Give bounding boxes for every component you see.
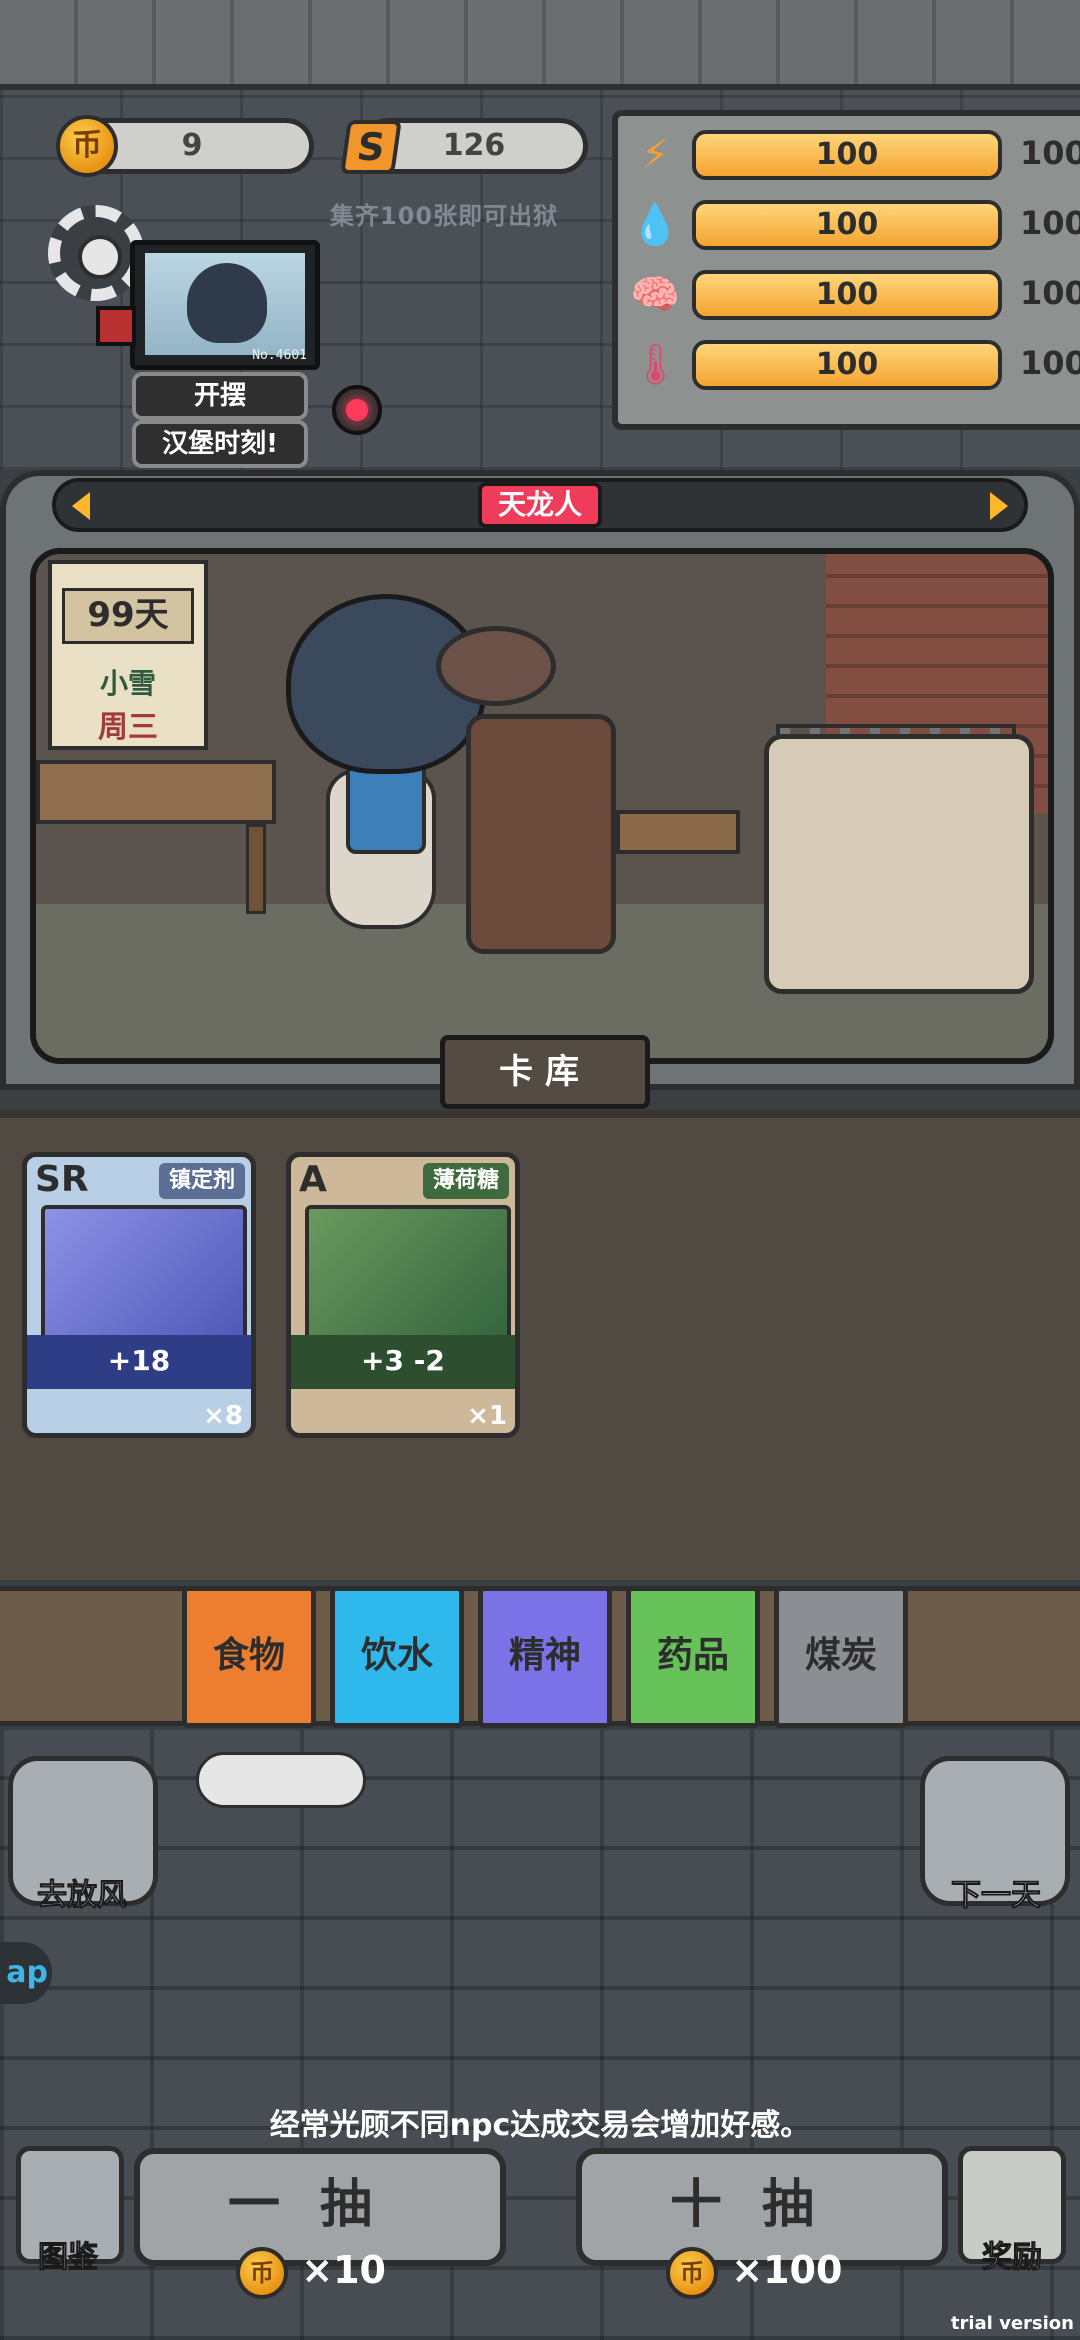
stat-mind-bar: 100 [692,270,1002,320]
lightning-icon: ⚡ [640,132,670,178]
brain-icon: 🧠 [630,272,680,318]
tab-water[interactable]: 饮水 [330,1586,464,1728]
alarm-light-icon [332,385,382,435]
card-mint-candy[interactable]: A 薄荷糖 +3 -2 ×1 [286,1152,520,1438]
stat-water: 💧 100 100 [630,196,1080,254]
stat-water-bar: 100 [692,200,1002,250]
prison-bed [764,734,1034,994]
card-rank: SR [35,1159,89,1200]
go-out-label: 去放风 [37,1878,128,1914]
stat-water-max: 100 [1020,204,1080,242]
prisoner-portrait [187,263,267,343]
stat-temperature-bar: 100 [692,340,1002,390]
weather-label: 小雪 [99,667,156,700]
stat-energy-bar: 100 [692,130,1002,180]
prisoner-number: No.4601 [252,348,307,363]
red-camera-icon [96,306,136,346]
next-character-arrow-icon[interactable] [990,492,1008,520]
card-library-tab[interactable]: 卡库 [440,1035,650,1109]
draw-one-cost: ×10 [301,2248,386,2292]
draw-one-price: 币 ×10 [236,2240,386,2300]
stat-temperature-max: 100 [1020,344,1080,382]
stat-mind: 🧠 100 100 [630,266,1080,324]
tab-coal[interactable]: 煤炭 [774,1586,908,1728]
coal-stove [466,714,616,954]
tab-mind[interactable]: 精神 [478,1586,612,1728]
stamp-icon: S [340,120,402,174]
weekday-label: 周三 [98,710,158,745]
stat-water-value: 100 [815,207,879,242]
stats-panel: ⚡ 100 100 💧 100 100 🧠 100 100 🌡 100 100 [612,110,1080,430]
stat-energy-max: 100 [1020,134,1080,172]
previous-character-arrow-icon[interactable] [72,492,90,520]
draw-ten-price: 币 ×100 [666,2240,842,2300]
card-effect: +3 -2 [291,1335,515,1389]
tip-text: 经常光顾不同npc达成交易会增加好感。 [269,2108,811,2143]
draw-ten-cost: ×100 [731,2248,843,2292]
prisoner-monitor: No.4601 [130,240,320,370]
day-count: 99天 [62,588,194,644]
npc-thought-bubble [196,1752,366,1808]
stat-temperature: 🌡 100 100 [630,336,1080,394]
burger-time-button[interactable]: 汉堡时刻! [132,420,308,468]
wooden-ceiling [0,0,1080,90]
card-name: 薄荷糖 [422,1163,509,1199]
card-count: ×1 [467,1401,507,1431]
reward-label: 奖励 [982,2240,1043,2276]
tab-food[interactable]: 食物 [182,1586,316,1728]
cell-room-scene: 99天 小雪 周三 [30,548,1054,1064]
trial-version-watermark: trial version [950,2313,1074,2334]
coin-icon: 币 [236,2246,288,2299]
card-effect: +18 [27,1335,251,1389]
stove-lid [436,626,556,706]
stat-energy-value: 100 [815,137,879,172]
wooden-table [36,760,276,824]
character-name: 天龙人 [478,482,602,528]
wooden-stool [616,810,740,854]
next-day-label: 下一天 [951,1878,1042,1914]
calendar-sign: 99天 小雪 周三 [48,560,208,750]
card-rank: A [299,1159,327,1200]
stat-energy: ⚡ 100 100 [630,126,1080,184]
thermometer-icon: 🌡 [630,342,681,388]
coin-icon: 币 [666,2246,718,2299]
collect-hint: 集齐100张即可出狱 [330,202,559,230]
card-name: 镇定剂 [158,1163,245,1199]
card-count: ×8 [203,1401,243,1431]
stat-mind-max: 100 [1020,274,1080,312]
card-sedative[interactable]: SR 镇定剂 +18 ×8 [22,1152,256,1438]
stat-mind-value: 100 [815,277,879,312]
coin-icon: 币 [56,115,118,177]
slack-off-button[interactable]: 开摆 [132,372,308,420]
water-drop-icon: 💧 [630,202,680,248]
tab-medicine[interactable]: 药品 [626,1586,760,1728]
stat-temperature-value: 100 [815,347,879,382]
